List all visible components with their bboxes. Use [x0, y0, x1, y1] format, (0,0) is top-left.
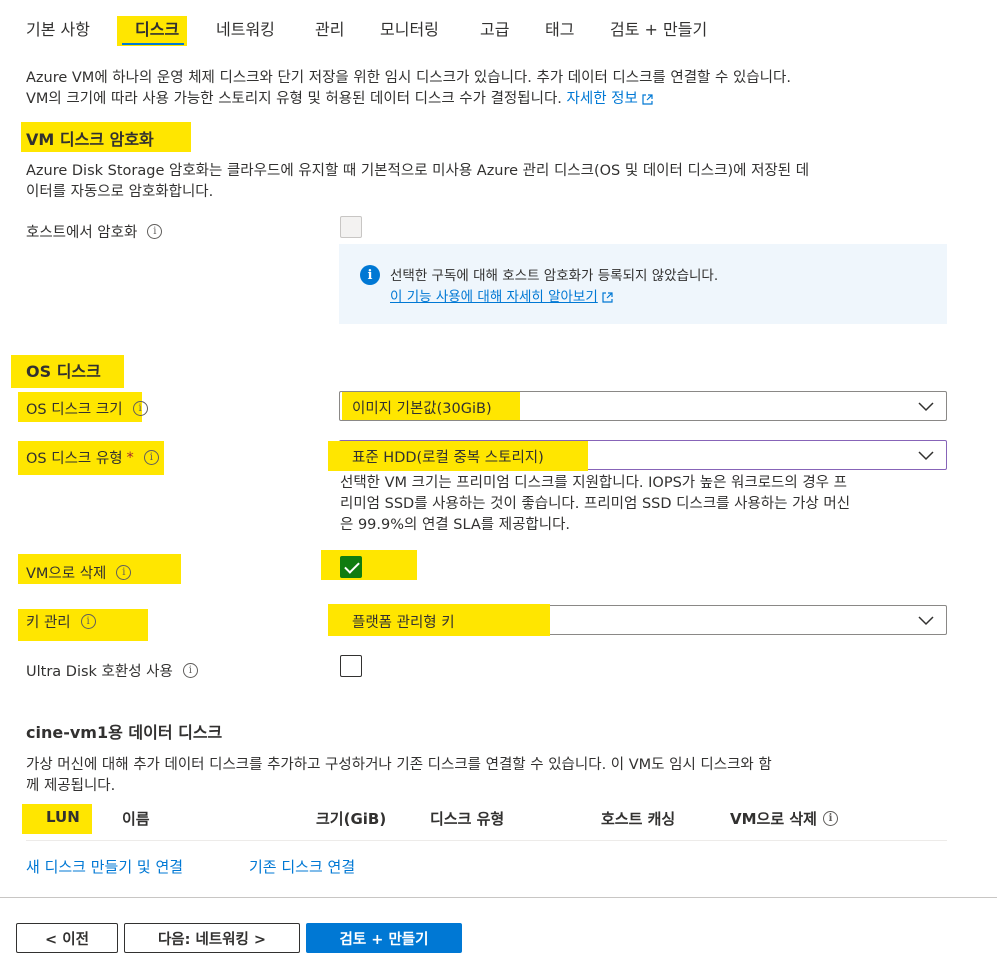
intro-text: Azure VM에 하나의 운영 체제 디스크와 단기 저장을 위한 임시 디스… — [26, 68, 956, 110]
column-header-disk-type: 디스크 유형 — [430, 810, 505, 828]
chevron-down-icon — [918, 402, 934, 412]
infobox-link-label: 이 기능 사용에 대해 자세히 알아보기 — [390, 289, 598, 305]
host-encryption-label: 호스트에서 암호화 i — [26, 221, 163, 242]
column-header-lun: LUN — [46, 808, 80, 826]
os-disk-type-label: OS 디스크 유형 * i — [26, 447, 159, 468]
intro-line-2-wrap: VM의 크기에 따라 사용 가능한 스토리지 유형 및 허용된 데이터 디스크 … — [26, 89, 956, 110]
delete-with-vm-text: VM으로 삭제 — [26, 566, 107, 582]
external-link-icon — [642, 93, 653, 105]
tab-advanced[interactable]: 고급 — [480, 16, 509, 40]
info-icon[interactable]: i — [143, 450, 159, 465]
column-header-host-caching: 호스트 캐싱 — [601, 810, 676, 828]
info-icon[interactable]: i — [116, 565, 132, 580]
infobox-link[interactable]: 이 기능 사용에 대해 자세히 알아보기 — [390, 285, 613, 305]
key-management-text: 키 관리 — [26, 615, 71, 631]
data-disks-desc-line-2: 께 제공됩니다. — [26, 778, 116, 794]
ultra-disk-text: Ultra Disk 호환성 사용 — [26, 664, 173, 680]
encryption-desc-line-1: Azure Disk Storage 암호화는 클라우드에 유지할 때 기본적으… — [26, 163, 810, 179]
key-management-value: 플랫폼 관리형 키 — [352, 615, 455, 631]
next-networking-button[interactable]: 다음: 네트워킹 > — [124, 923, 300, 953]
intro-line-2: VM의 크기에 따라 사용 가능한 스토리지 유형 및 허용된 데이터 디스크 … — [26, 91, 562, 107]
key-management-select[interactable]: 플랫폼 관리형 키 — [328, 604, 947, 636]
info-icon[interactable]: i — [182, 663, 198, 678]
key-management-label: 키 관리 i — [26, 611, 96, 632]
ultra-disk-label: Ultra Disk 호환성 사용 i — [26, 660, 198, 681]
learn-more-label: 자세한 정보 — [566, 91, 638, 107]
info-icon[interactable]: i — [822, 811, 838, 826]
create-attach-disk-link[interactable]: 새 디스크 만들기 및 연결 — [26, 856, 183, 877]
tab-review-create[interactable]: 검토 + 만들기 — [610, 16, 707, 40]
host-encryption-infobox: i 선택한 구독에 대해 호스트 암호화가 등록되지 않았습니다. 이 기능 사… — [339, 244, 947, 324]
os-disk-type-help: 선택한 VM 크기는 프리미엄 디스크를 지원합니다. IOPS가 높은 워크로… — [340, 473, 950, 536]
required-mark: * — [126, 449, 134, 466]
tab-disks[interactable]: 디스크 — [135, 16, 179, 40]
info-circle-icon: i — [360, 265, 380, 285]
info-icon[interactable]: i — [80, 614, 96, 629]
learn-more-link[interactable]: 자세한 정보 — [567, 91, 653, 107]
os-disk-type-text: OS 디스크 유형 — [26, 451, 123, 467]
encryption-title: VM 디스크 암호화 — [26, 130, 154, 149]
column-header-size: 크기(GiB) — [316, 810, 387, 828]
infobox-text: 선택한 구독에 대해 호스트 암호화가 등록되지 않았습니다. — [390, 268, 719, 284]
os-disk-title: OS 디스크 — [26, 362, 101, 381]
os-disk-type-value: 표준 HDD(로컬 중복 스토리지) — [352, 450, 544, 466]
tab-management[interactable]: 관리 — [315, 16, 344, 40]
data-disks-title: cine-vm1용 데이터 디스크 — [26, 723, 223, 742]
encryption-desc-line-2: 이터를 자동으로 암호화합니다. — [26, 184, 214, 200]
external-link-icon — [602, 291, 613, 303]
chevron-down-icon — [918, 451, 934, 461]
tab-tags[interactable]: 태그 — [545, 16, 574, 40]
tab-networking[interactable]: 네트워킹 — [216, 16, 275, 40]
type-help-line-1: 선택한 VM 크기는 프리미엄 디스크를 지원합니다. IOPS가 높은 워크로… — [340, 475, 847, 491]
type-help-line-3: 은 99.9%의 연결 SLA를 제공합니다. — [340, 517, 571, 533]
table-divider — [26, 840, 947, 841]
info-icon[interactable]: i — [132, 401, 148, 416]
delete-with-vm-label: VM으로 삭제 i — [26, 562, 132, 583]
data-disks-desc: 가상 머신에 대해 추가 데이터 디스크를 추가하고 구성하거나 기존 디스크를… — [26, 755, 966, 797]
delete-with-vm-checkbox[interactable] — [340, 556, 362, 578]
data-disks-desc-line-1: 가상 머신에 대해 추가 데이터 디스크를 추가하고 구성하거나 기존 디스크를… — [26, 757, 772, 773]
os-disk-size-label: OS 디스크 크기 i — [26, 398, 148, 419]
column-header-delete-with-vm: VM으로 삭제 i — [730, 808, 838, 829]
type-help-line-2: 리미엄 SSD를 사용하는 것이 좋습니다. 프리미엄 SSD 디스크를 사용하… — [340, 496, 851, 512]
tab-active-indicator — [122, 43, 184, 45]
intro-line-1: Azure VM에 하나의 운영 체제 디스크와 단기 저장을 위한 임시 디스… — [26, 70, 791, 86]
host-encryption-checkbox[interactable] — [340, 216, 362, 238]
column-header-name: 이름 — [122, 810, 150, 828]
encryption-desc: Azure Disk Storage 암호화는 클라우드에 유지할 때 기본적으… — [26, 161, 956, 203]
review-create-button[interactable]: 검토 + 만들기 — [306, 923, 462, 953]
attach-existing-disk-link[interactable]: 기존 디스크 연결 — [249, 856, 355, 877]
os-disk-size-select[interactable]: 이미지 기본값(30GiB) — [339, 391, 947, 421]
chevron-down-icon — [918, 616, 934, 626]
os-disk-type-select[interactable]: 표준 HDD(로컬 중복 스토리지) — [328, 440, 947, 471]
tab-monitoring[interactable]: 모니터링 — [380, 16, 439, 40]
tab-basics[interactable]: 기본 사항 — [26, 16, 90, 40]
host-encryption-text: 호스트에서 암호화 — [26, 225, 138, 241]
footer-divider — [0, 897, 997, 898]
info-icon[interactable]: i — [147, 224, 163, 239]
previous-button[interactable]: < 이전 — [16, 923, 118, 953]
column-header-delete-text: VM으로 삭제 — [730, 810, 817, 828]
highlight-checkbox — [321, 550, 417, 580]
ultra-disk-checkbox[interactable] — [340, 655, 362, 677]
os-disk-size-value: 이미지 기본값(30GiB) — [352, 401, 492, 417]
os-disk-size-text: OS 디스크 크기 — [26, 402, 123, 418]
